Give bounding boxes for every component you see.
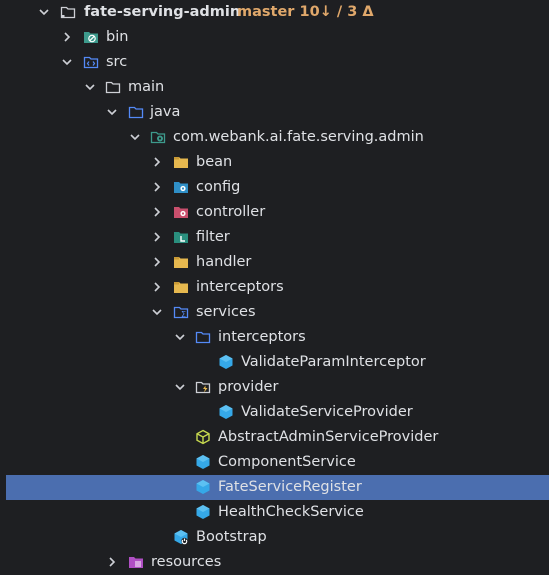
controller-folder-icon [173, 204, 189, 220]
tree-label-provider: provider [218, 379, 279, 395]
tree-label-interceptors: interceptors [196, 279, 284, 295]
tree-label-package: com.webank.ai.fate.serving.admin [173, 129, 424, 145]
tree-row-resources[interactable]: resources [0, 550, 549, 575]
folder-icon [195, 329, 211, 345]
folder-icon [173, 254, 189, 270]
interface-icon [218, 354, 234, 370]
tree-label-validate-service-provider: ValidateServiceProvider [241, 404, 413, 420]
chevron-down-icon[interactable] [37, 4, 51, 20]
tree-row-health-check-service[interactable]: HealthCheckService [0, 500, 549, 525]
chevron-right-icon[interactable] [150, 279, 164, 295]
tree-label-validate-param-interceptor: ValidateParamInterceptor [241, 354, 426, 370]
vcs-status: master 10↓ / 3 Δ [237, 4, 374, 20]
tree-row-main[interactable]: main [0, 75, 549, 100]
folder-icon [173, 279, 189, 295]
chevron-right-icon[interactable] [105, 554, 119, 570]
tree-row-validate-param-interceptor[interactable]: ValidateParamInterceptor [0, 350, 549, 375]
source-root-folder-icon [128, 104, 144, 120]
tree-label-fate-service-register: FateServiceRegister [218, 479, 362, 495]
tree-label-services-interceptors: interceptors [218, 329, 306, 345]
chevron-right-icon[interactable] [60, 29, 74, 45]
chevron-down-icon[interactable] [83, 79, 97, 95]
folder-icon [173, 154, 189, 170]
chevron-down-icon[interactable] [173, 329, 187, 345]
tree-row-bin[interactable]: bin [0, 25, 549, 50]
tree-label-bin: bin [106, 29, 129, 45]
tree-label-handler: handler [196, 254, 252, 270]
tree-label-services: services [196, 304, 256, 320]
excluded-folder-icon [83, 29, 99, 45]
tree-label-main: main [128, 79, 165, 95]
chevron-right-icon[interactable] [150, 179, 164, 195]
chevron-right-icon[interactable] [150, 229, 164, 245]
interface-icon [195, 454, 211, 470]
tree-label-src: src [106, 54, 128, 70]
tree-row-config[interactable]: config [0, 175, 549, 200]
tree-row-fate-service-register[interactable]: FateServiceRegister [6, 475, 549, 500]
project-tree: fate-serving-admin master 10↓ / 3 Δ bin … [0, 0, 549, 570]
tree-row-controller[interactable]: controller [0, 200, 549, 225]
tree-row-services-interceptors[interactable]: interceptors [0, 325, 549, 350]
tree-label-config: config [196, 179, 241, 195]
tree-row-bootstrap[interactable]: Bootstrap [0, 525, 549, 550]
resources-folder-icon [128, 554, 144, 570]
config-folder-icon [173, 179, 189, 195]
filter-folder-icon [173, 229, 189, 245]
spring-boot-class-icon [173, 529, 189, 545]
abstract-class-icon [195, 429, 211, 445]
interface-icon [195, 479, 211, 495]
tree-row-interceptors[interactable]: interceptors [0, 275, 549, 300]
package-icon [150, 129, 166, 145]
source-folder-icon [83, 54, 99, 70]
tree-row-project-root[interactable]: fate-serving-admin master 10↓ / 3 Δ [0, 0, 549, 25]
tree-label-filter: filter [196, 229, 230, 245]
chevron-down-icon[interactable] [128, 129, 142, 145]
folder-icon [105, 79, 121, 95]
project-name: fate-serving-admin [84, 4, 241, 20]
tree-label-resources: resources [151, 554, 222, 570]
provider-folder-icon [195, 379, 211, 395]
interface-icon [195, 504, 211, 520]
tree-row-abstract-admin-service-provider[interactable]: AbstractAdminServiceProvider [0, 425, 549, 450]
svg-text:Σ: Σ [181, 310, 186, 319]
chevron-right-icon[interactable] [150, 154, 164, 170]
module-folder-icon [60, 4, 76, 20]
tree-label-controller: controller [196, 204, 266, 220]
tree-row-filter[interactable]: filter [0, 225, 549, 250]
chevron-down-icon[interactable] [105, 104, 119, 120]
tree-label-health-check-service: HealthCheckService [218, 504, 364, 520]
chevron-right-icon[interactable] [150, 254, 164, 270]
tree-row-provider[interactable]: provider [0, 375, 549, 400]
services-folder-icon: Σ [173, 304, 189, 320]
tree-row-src[interactable]: src [0, 50, 549, 75]
interface-icon [218, 404, 234, 420]
chevron-down-icon[interactable] [173, 379, 187, 395]
tree-row-bean[interactable]: bean [0, 150, 549, 175]
tree-row-package[interactable]: com.webank.ai.fate.serving.admin [0, 125, 549, 150]
chevron-down-icon[interactable] [60, 54, 74, 70]
tree-label-abstract-admin-service-provider: AbstractAdminServiceProvider [218, 429, 439, 445]
tree-row-handler[interactable]: handler [0, 250, 549, 275]
chevron-down-icon[interactable] [150, 304, 164, 320]
chevron-right-icon[interactable] [150, 204, 164, 220]
tree-label-component-service: ComponentService [218, 454, 356, 470]
tree-row-validate-service-provider[interactable]: ValidateServiceProvider [0, 400, 549, 425]
tree-row-component-service[interactable]: ComponentService [0, 450, 549, 475]
tree-label-bootstrap: Bootstrap [196, 529, 267, 545]
tree-row-services[interactable]: Σ services [0, 300, 549, 325]
tree-row-java[interactable]: java [0, 100, 549, 125]
tree-label-bean: bean [196, 154, 233, 170]
tree-label-java: java [150, 104, 181, 120]
